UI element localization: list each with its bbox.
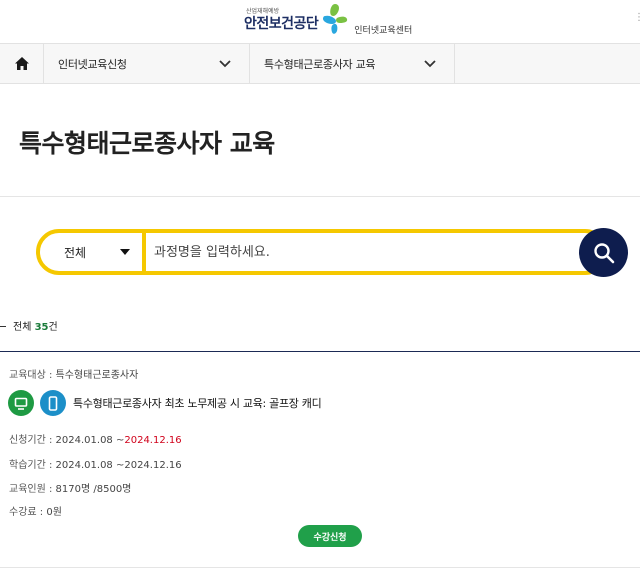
course-capacity: 교육인원 : 8170명 /8500명 bbox=[9, 480, 131, 495]
nav-dropdown-label: 특수형태근로종사자 교육 bbox=[264, 57, 376, 71]
study-period-value: 2024.01.08 ~2024.12.16 bbox=[55, 460, 182, 471]
capacity-value: 8170명 /8500명 bbox=[55, 484, 132, 495]
course-target-value: 특수형태근로종사자 bbox=[55, 370, 139, 381]
logo-tagline: 산업재해예방 bbox=[246, 8, 280, 15]
chevron-down-icon bbox=[424, 59, 436, 67]
course-target: 교육대상 : 특수형태근로종사자 bbox=[9, 366, 138, 381]
result-count: 전체 35건 bbox=[13, 318, 58, 333]
home-icon bbox=[14, 57, 29, 70]
fee-label: 수강료 : bbox=[9, 507, 47, 518]
course-target-label: 교육대상 : bbox=[9, 370, 56, 381]
nav-dropdown-internet-education[interactable]: 인터넷교육신청 bbox=[44, 44, 250, 83]
kosha-logo[interactable]: 산업재해예방 안전보건공단 인터넷교육센터 bbox=[244, 4, 412, 38]
header-edge-dots: ⋮ bbox=[634, 12, 640, 23]
page-title: 특수형태근로종사자 교육 bbox=[19, 129, 275, 158]
mobile-icon bbox=[40, 390, 66, 416]
result-count-prefix: 전체 bbox=[13, 322, 32, 333]
monitor-shape bbox=[14, 397, 28, 410]
count-bullet bbox=[0, 326, 6, 327]
logo-subtitle: 인터넷교육센터 bbox=[354, 26, 413, 36]
course-title-link[interactable]: 특수형태근로종사자 최초 노무제공 시 교육: 골프장 캐디 bbox=[73, 395, 322, 411]
search-input[interactable] bbox=[154, 239, 574, 265]
caret-down-icon bbox=[120, 249, 130, 255]
logo-name: 안전보건공단 bbox=[244, 16, 319, 32]
search-category-value: 전체 bbox=[64, 245, 87, 260]
capacity-label: 교육인원 : bbox=[9, 484, 56, 495]
title-divider bbox=[0, 196, 640, 197]
apply-period-start: 2024.01.08 ~ bbox=[55, 435, 125, 446]
course-fee: 수강료 : 0원 bbox=[9, 503, 62, 518]
result-count-suffix: 건 bbox=[48, 322, 58, 333]
card-bottom-divider bbox=[0, 567, 640, 568]
breadcrumb-nav: 인터넷교육신청 특수형태근로종사자 교육 bbox=[0, 43, 640, 84]
pc-icon bbox=[8, 390, 34, 416]
enroll-button[interactable]: 수강신청 bbox=[298, 525, 362, 547]
fee-value: 0원 bbox=[46, 507, 62, 518]
study-period-label: 학습기간 : bbox=[9, 460, 56, 471]
search-icon bbox=[593, 242, 614, 263]
site-header: 산업재해예방 안전보건공단 인터넷교육센터 ⋮ bbox=[0, 0, 640, 43]
apply-period-label: 신청기간 : bbox=[9, 435, 56, 446]
course-apply-period: 신청기간 : 2024.01.08 ~2024.12.16 bbox=[9, 431, 182, 446]
chevron-down-icon bbox=[219, 59, 231, 67]
search-category-select[interactable]: 전체 bbox=[40, 233, 146, 271]
course-study-period: 학습기간 : 2024.01.08 ~2024.12.16 bbox=[9, 456, 182, 471]
home-button[interactable] bbox=[0, 44, 44, 83]
phone-shape bbox=[48, 395, 58, 411]
list-top-divider bbox=[0, 351, 640, 352]
result-count-number: 35 bbox=[34, 322, 49, 333]
search-bar: 전체 bbox=[36, 229, 608, 275]
nav-dropdown-special-workers[interactable]: 특수형태근로종사자 교육 bbox=[250, 44, 455, 83]
kosha-cross-icon bbox=[323, 4, 348, 34]
nav-dropdown-label: 인터넷교육신청 bbox=[58, 57, 127, 71]
logo-text: 산업재해예방 안전보건공단 bbox=[244, 4, 319, 32]
apply-period-end: 2024.12.16 bbox=[124, 435, 182, 446]
search-button[interactable] bbox=[579, 228, 628, 277]
